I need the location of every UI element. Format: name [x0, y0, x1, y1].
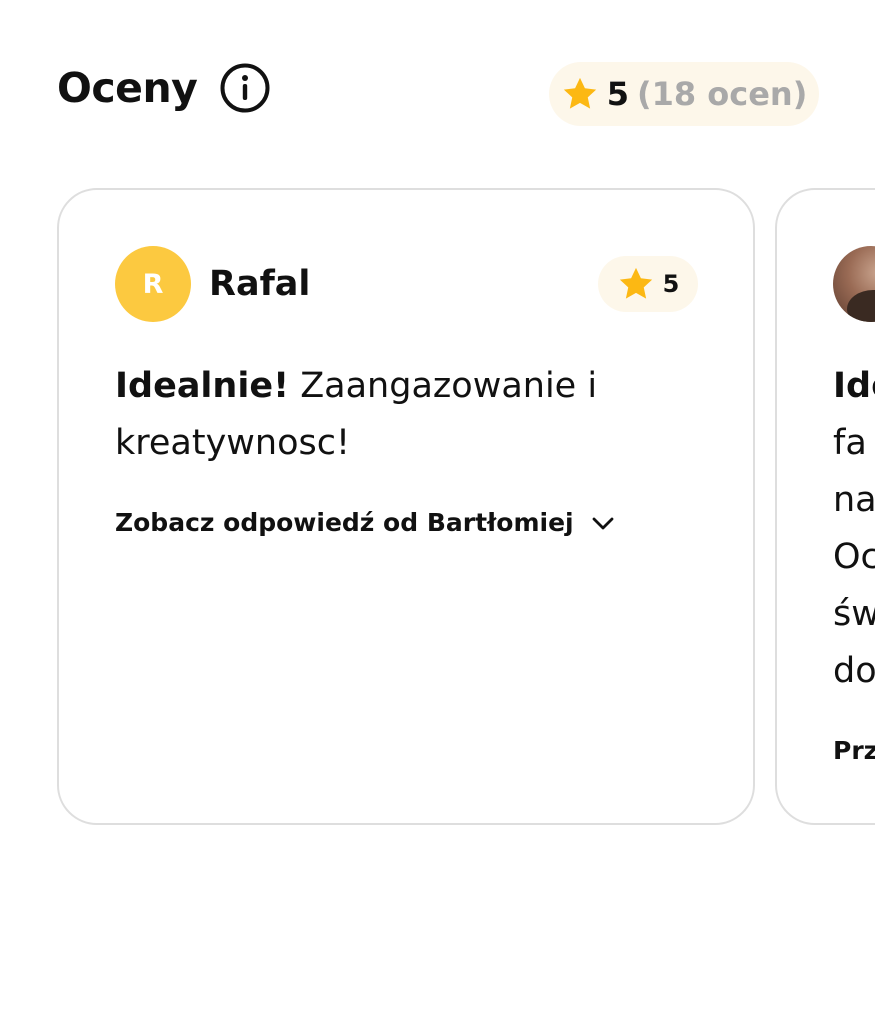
avatar-photo [847, 290, 875, 322]
info-icon[interactable] [219, 62, 271, 114]
section-title: Oceny [57, 64, 198, 112]
see-reply-button[interactable]: Prz [833, 736, 875, 765]
reviews-header: Oceny [57, 62, 271, 114]
see-reply-button[interactable]: Zobacz odpowiedź od Bartłomiej [115, 508, 616, 537]
review-line: na [833, 480, 875, 520]
review-card: R Rafal 5 Idealnie! Zaangazowanie i krea… [57, 188, 755, 825]
star-icon [563, 77, 596, 109]
see-reply-label: Zobacz odpowiedź od Bartłomiej [115, 508, 574, 537]
review-line: do [833, 651, 875, 691]
rating-summary: 5 (18 ocen) [549, 62, 819, 126]
reviewer-name: Rafal [209, 264, 311, 304]
review-line: fa [833, 423, 867, 463]
review-line: Oc [833, 537, 875, 577]
avatar-initial: R [142, 268, 164, 300]
review-text: Idealnie! Zaangazowanie i kreatywnosc! [115, 358, 695, 472]
star-icon [619, 267, 652, 299]
review-rating: 5 [662, 270, 680, 298]
review-text: Ide fa na Oc św do [833, 358, 875, 700]
avatar: R [115, 246, 191, 322]
rating-count: (18 ocen) [636, 75, 808, 113]
review-line: św [833, 594, 875, 634]
average-rating: 5 [606, 75, 629, 113]
review-line: Ide [833, 366, 875, 406]
reviews-page: Oceny 5 (18 ocen) R Rafal 5 Idealnie! Za… [0, 0, 875, 1024]
review-headline: Idealnie! [115, 366, 290, 406]
review-rating-badge: 5 [598, 256, 698, 312]
review-card: Ide fa na Oc św do Prz [775, 188, 875, 825]
chevron-down-icon [592, 517, 614, 529]
avatar [833, 246, 875, 322]
